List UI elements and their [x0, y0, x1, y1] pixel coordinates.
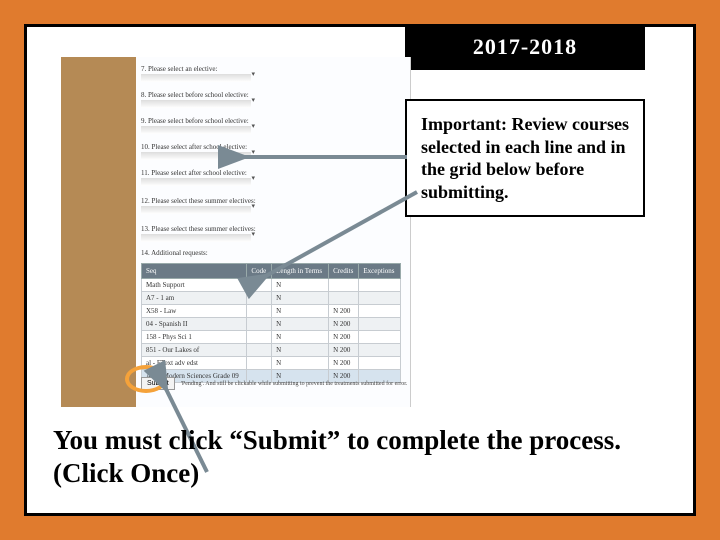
- th-exceptions: Exceptions: [359, 264, 401, 279]
- form-line-label: 8. Please select before school elective:: [141, 91, 406, 99]
- dropdown-field[interactable]: [141, 206, 251, 214]
- screenshot-left-margin: [61, 57, 136, 407]
- table-row: 851 - Our Lakes ofNN 200: [142, 344, 401, 357]
- callout-text: Important: Review courses selected in ea…: [421, 113, 629, 203]
- table-row: al - FText adv edstNN 200: [142, 357, 401, 370]
- form-line-label: 11. Please select after school elective:: [141, 169, 406, 177]
- form-line: 13. Please select these summer electives…: [141, 225, 406, 242]
- form-line: 7. Please select an elective:: [141, 65, 406, 82]
- table-row: A7 - 1 amN: [142, 292, 401, 305]
- table-row: 158 - Phys Sci 1NN 200: [142, 331, 401, 344]
- important-callout: Important: Review courses selected in ea…: [405, 99, 645, 217]
- submit-pending-note: 'Pending'. And still be clickable while …: [181, 381, 408, 387]
- form-line: 10. Please select after school elective:: [141, 143, 406, 160]
- dropdown-field[interactable]: [141, 152, 251, 160]
- form-line: 11. Please select after school elective:: [141, 169, 406, 186]
- form-line-label: 13. Please select these summer electives…: [141, 225, 406, 233]
- dropdown-field[interactable]: [141, 100, 251, 108]
- submit-button[interactable]: Submit: [141, 377, 175, 390]
- dropdown-field[interactable]: [141, 234, 251, 242]
- form-line: 8. Please select before school elective:: [141, 91, 406, 108]
- th-credits: Credits: [329, 264, 359, 279]
- slide-inner: 2017-2018 7. Please select an elective: …: [24, 24, 696, 516]
- slide: 2017-2018 7. Please select an elective: …: [0, 0, 720, 540]
- dropdown-field[interactable]: [141, 126, 251, 134]
- form-line-label: 7. Please select an elective:: [141, 65, 406, 73]
- table-row: 04 - Spanish IINN 200: [142, 318, 401, 331]
- table-header-row: Seq Code Length in Terms Credits Excepti…: [142, 264, 401, 279]
- year-banner: 2017-2018: [405, 24, 645, 70]
- form-line-label: 10. Please select after school elective:: [141, 143, 406, 151]
- year-text: 2017-2018: [473, 34, 577, 60]
- dropdown-field[interactable]: [141, 178, 251, 186]
- submit-area: Submit 'Pending'. And still be clickable…: [141, 377, 407, 390]
- form-line: 12. Please select these summer electives…: [141, 197, 406, 214]
- additional-requests-label: 14. Additional requests:: [141, 249, 208, 257]
- dropdown-field[interactable]: [141, 74, 251, 82]
- footer-instruction: You must click “Submit” to complete the …: [53, 424, 667, 489]
- embedded-screenshot: 7. Please select an elective: 8. Please …: [61, 57, 411, 407]
- th-length: Length in Terms: [272, 264, 329, 279]
- th-seq: Seq: [142, 264, 247, 279]
- table-row: Math SupportN: [142, 279, 401, 292]
- th-code: Code: [247, 264, 272, 279]
- courses-table: Seq Code Length in Terms Credits Excepti…: [141, 263, 401, 383]
- form-line-label: 12. Please select these summer electives…: [141, 197, 406, 205]
- table-row: X58 - LawNN 200: [142, 305, 401, 318]
- form-line-label: 9. Please select before school elective:: [141, 117, 406, 125]
- form-line: 9. Please select before school elective:: [141, 117, 406, 134]
